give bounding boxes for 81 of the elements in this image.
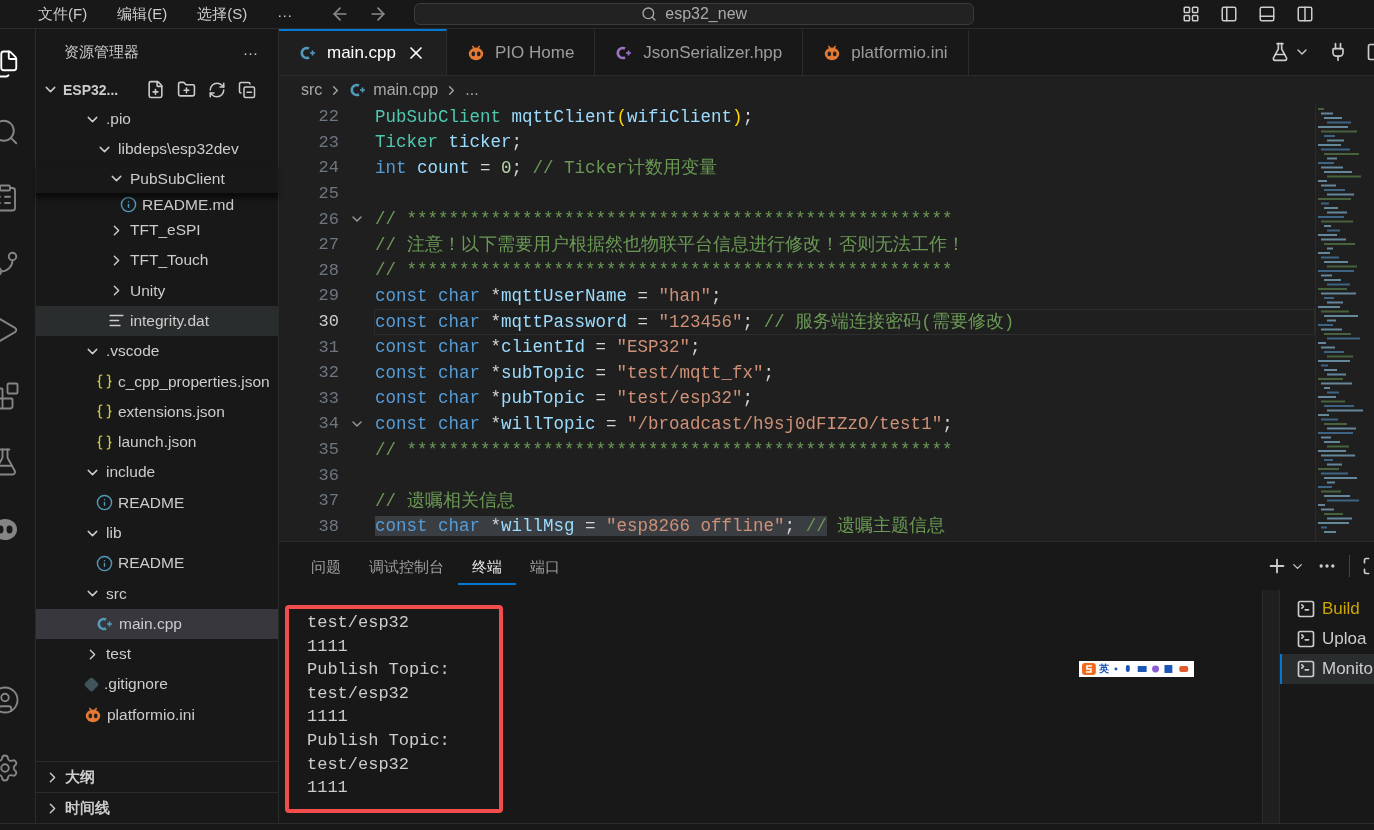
line-number: 24: [317, 158, 340, 178]
terminal-line: test/esp32: [307, 753, 411, 776]
tree-item[interactable]: main.cpp: [36, 608, 278, 640]
panel-tab[interactable]: 调试控制台: [355, 547, 458, 585]
line-number: 37: [317, 491, 340, 511]
code-line: const char *willTopic = "/broadcast/h9sj0dFIZzO/test1";: [374, 412, 954, 436]
panel-tab[interactable]: 终端: [458, 547, 516, 585]
code-line: // ****************************************************: [374, 438, 954, 462]
line-number: 38: [317, 516, 340, 536]
menu-item[interactable]: 选择(S): [185, 4, 260, 24]
tree-item[interactable]: src: [36, 578, 278, 609]
line-number: 36: [317, 465, 340, 485]
line-number: 25: [317, 184, 340, 204]
tree-item[interactable]: README: [36, 487, 278, 518]
line-number: 32: [317, 363, 340, 383]
line-number: 33: [317, 388, 340, 408]
tree-item[interactable]: README.md: [36, 194, 278, 215]
line-number: 34: [279, 414, 374, 434]
code-line: PubSubClient mqttClient(wifiClient);: [374, 105, 755, 129]
section-header[interactable]: 大纲: [36, 761, 278, 792]
search-field[interactable]: esp32_new: [414, 3, 975, 25]
breadcrumb-item[interactable]: src: [301, 81, 323, 99]
editor-tab[interactable]: main.cpp: [279, 29, 447, 75]
breadcrumb-item[interactable]: main.cpp: [349, 81, 439, 99]
code-line: // ****************************************************: [374, 259, 954, 283]
tree-item[interactable]: libdeps\esp32dev: [36, 134, 278, 165]
terminal-line: 1111: [307, 777, 349, 800]
menu-item[interactable]: ···: [265, 5, 305, 23]
terminal-line: Publish Topic:: [307, 659, 451, 682]
tree-item[interactable]: c_cpp_properties.json: [36, 366, 278, 397]
tree-item[interactable]: .pio: [36, 104, 278, 135]
line-number: 35: [317, 440, 340, 459]
workspace-root[interactable]: ESP32...: [36, 75, 278, 104]
panel-tab[interactable]: 端口: [516, 547, 574, 585]
ime-toolbar[interactable]: 英: [1079, 661, 1194, 677]
panel-tab[interactable]: 问题: [297, 547, 355, 585]
terminal-line: test/esp32: [307, 682, 411, 705]
tree-item[interactable]: .vscode: [36, 336, 278, 367]
terminal-line: 1111: [307, 635, 349, 658]
terminal-line: test/esp32: [307, 612, 411, 634]
more-button[interactable]: ···: [243, 43, 258, 61]
terminal-line: Publish Topic:: [307, 729, 451, 752]
tree-item[interactable]: platformio.ini: [36, 699, 278, 730]
line-number: 28: [317, 260, 340, 280]
terminal-item[interactable]: Build: [1280, 594, 1374, 624]
menu-item[interactable]: 编辑(E): [105, 4, 180, 24]
breadcrumb-item[interactable]: ...: [465, 81, 479, 99]
tree-item[interactable]: test: [36, 639, 278, 670]
tree-item[interactable]: README: [36, 548, 278, 579]
code-line: const char *mqttUserName = "han";: [374, 284, 723, 308]
sidebar-title: 资源管理器: [64, 42, 139, 62]
line-number: 26: [279, 209, 374, 229]
code-line: // ****************************************************: [374, 208, 954, 232]
tree-item[interactable]: .gitignore: [36, 669, 278, 700]
code-line: // 遗嘱相关信息: [374, 489, 516, 513]
menu-item[interactable]: 文件(F): [26, 4, 100, 24]
tree-item[interactable]: extensions.json: [36, 396, 278, 427]
line-number: 22: [317, 107, 340, 127]
line-number: 29: [317, 286, 340, 306]
line-number: 27: [317, 235, 340, 255]
tree-item[interactable]: Unity: [36, 275, 278, 306]
tree-item[interactable]: integrity.dat: [36, 305, 278, 337]
terminal-item[interactable]: Monito: [1280, 654, 1374, 684]
tree-item[interactable]: launch.json: [36, 426, 278, 458]
terminal-line: 1111: [307, 706, 349, 729]
tree-item[interactable]: TFT_Touch: [36, 245, 278, 276]
terminal-item[interactable]: Uploa: [1280, 624, 1374, 654]
code-line: const char *subTopic = "test/mqtt_fx";: [374, 361, 776, 385]
line-number: 30: [317, 312, 340, 332]
code-line: int count = 0; // Ticker计数用变量: [374, 157, 719, 180]
line-number: 23: [317, 132, 340, 152]
code-line: const char *willMsg = "esp8266 offline"; // 遗嘱主题信息: [374, 515, 947, 539]
code-line: const char *pubTopic = "test/esp32";: [374, 387, 755, 411]
code-line: Ticker ticker;: [374, 131, 524, 155]
code-line: // 注意！以下需要用户根据然也物联平台信息进行修改！否则无法工作！: [374, 233, 966, 257]
tree-item[interactable]: include: [36, 457, 278, 488]
tree-item[interactable]: TFT_eSPI: [36, 214, 278, 246]
code-line: const char *clientId = "ESP32";: [374, 336, 702, 360]
tree-item[interactable]: lib: [36, 517, 278, 549]
line-number: 31: [317, 337, 340, 357]
tree-item[interactable]: PubSubClient: [36, 164, 278, 195]
